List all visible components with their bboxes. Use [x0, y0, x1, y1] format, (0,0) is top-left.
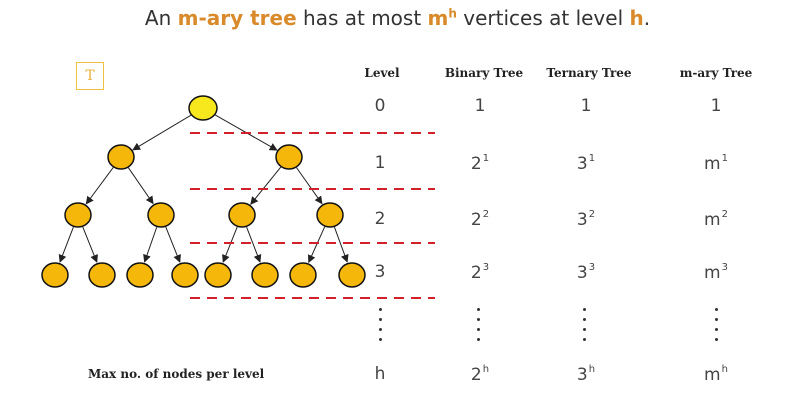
tree-edge [250, 166, 282, 205]
tree-edge [58, 226, 74, 263]
footer-label: Max no. of nodes per level [88, 367, 265, 381]
cell-binary: 1 [475, 96, 486, 116]
cell-base: 2 [470, 365, 482, 385]
header-level: Level [364, 66, 400, 80]
cell-base: m [704, 210, 721, 230]
tree-node [88, 262, 116, 288]
cell-binary: 21 [471, 153, 489, 174]
tree-node [316, 202, 344, 228]
cell-exponent: h [588, 364, 596, 375]
cell-base: 1 [710, 96, 722, 116]
cell-mary: m2 [704, 209, 728, 230]
cell-base: 1 [580, 96, 592, 116]
tree-node [126, 262, 154, 288]
tree-edge [165, 226, 181, 263]
cell-binary: 23 [471, 262, 489, 283]
cell-binary: 2h [471, 364, 489, 385]
cell-level: 3 [374, 262, 386, 282]
cell-base: 2 [470, 263, 482, 283]
tree-node [228, 202, 256, 228]
tree-edge [143, 227, 158, 263]
cell-exponent: 1 [482, 153, 490, 164]
tree-node [41, 262, 69, 288]
cell-exponent: h [482, 364, 490, 375]
tree-edge [127, 167, 154, 205]
ellipsis-binary [475, 308, 481, 341]
tree-node [251, 262, 279, 288]
cell-base: m [704, 154, 721, 174]
cell-ternary: 31 [577, 153, 595, 174]
cell-exponent: h [721, 364, 728, 375]
cell-base: 2 [470, 154, 482, 174]
cell-base: m [704, 263, 721, 283]
cell-level: h [374, 364, 386, 384]
cell-mary: m3 [704, 262, 728, 283]
cell-exponent: 1 [588, 153, 596, 164]
tree-node [64, 202, 92, 228]
ellipsis-mary [713, 308, 719, 341]
cell-base: 3 [576, 365, 588, 385]
tree-edge [307, 226, 326, 264]
ellipsis-ternary [581, 308, 587, 341]
cell-binary: 22 [471, 209, 489, 230]
tree-edge [334, 227, 349, 263]
tree-diagram [41, 95, 435, 299]
cell-exponent: 2 [588, 209, 596, 220]
tree-edge [82, 226, 98, 263]
header-binary: Binary Tree [444, 66, 524, 80]
cell-exponent: 3 [588, 262, 596, 273]
cell-exponent: 2 [721, 209, 728, 220]
cell-exponent: 2 [482, 209, 490, 220]
cell-mary: m1 [704, 153, 728, 174]
cell-exponent: 3 [482, 262, 490, 273]
tree-node [171, 262, 199, 288]
cell-level: 0 [374, 96, 386, 116]
tree-edge [222, 226, 238, 263]
tree-node [107, 144, 135, 170]
cell-base: 1 [474, 96, 486, 116]
tree-edge [296, 167, 323, 205]
header-ternary: Ternary Tree [546, 66, 632, 80]
cell-mary: 1 [711, 96, 722, 116]
tree-node [275, 144, 303, 170]
cell-ternary: 1 [581, 96, 592, 116]
tree-node [338, 262, 366, 288]
cell-mary: mh [704, 364, 728, 385]
tree-edge [85, 167, 114, 205]
root-node [188, 95, 218, 121]
cell-base: 3 [576, 154, 588, 174]
cell-base: 2 [470, 210, 482, 230]
cell-level: 1 [374, 153, 386, 173]
cell-ternary: 3h [577, 364, 595, 385]
cell-base: 3 [576, 263, 588, 283]
tree-edge [246, 226, 262, 263]
cell-base: m [704, 365, 721, 385]
header-mary: m-ary Tree [679, 66, 753, 80]
ellipsis-level [377, 308, 383, 341]
cell-base: 3 [576, 210, 588, 230]
cell-level: 2 [374, 209, 386, 229]
cell-ternary: 32 [577, 209, 595, 230]
cell-exponent: 1 [721, 153, 728, 164]
tree-node [204, 262, 232, 288]
cell-ternary: 33 [577, 262, 595, 283]
tree-edge [132, 114, 193, 151]
tree-node [147, 202, 175, 228]
tree-node [289, 262, 317, 288]
cell-exponent: 3 [721, 262, 728, 273]
